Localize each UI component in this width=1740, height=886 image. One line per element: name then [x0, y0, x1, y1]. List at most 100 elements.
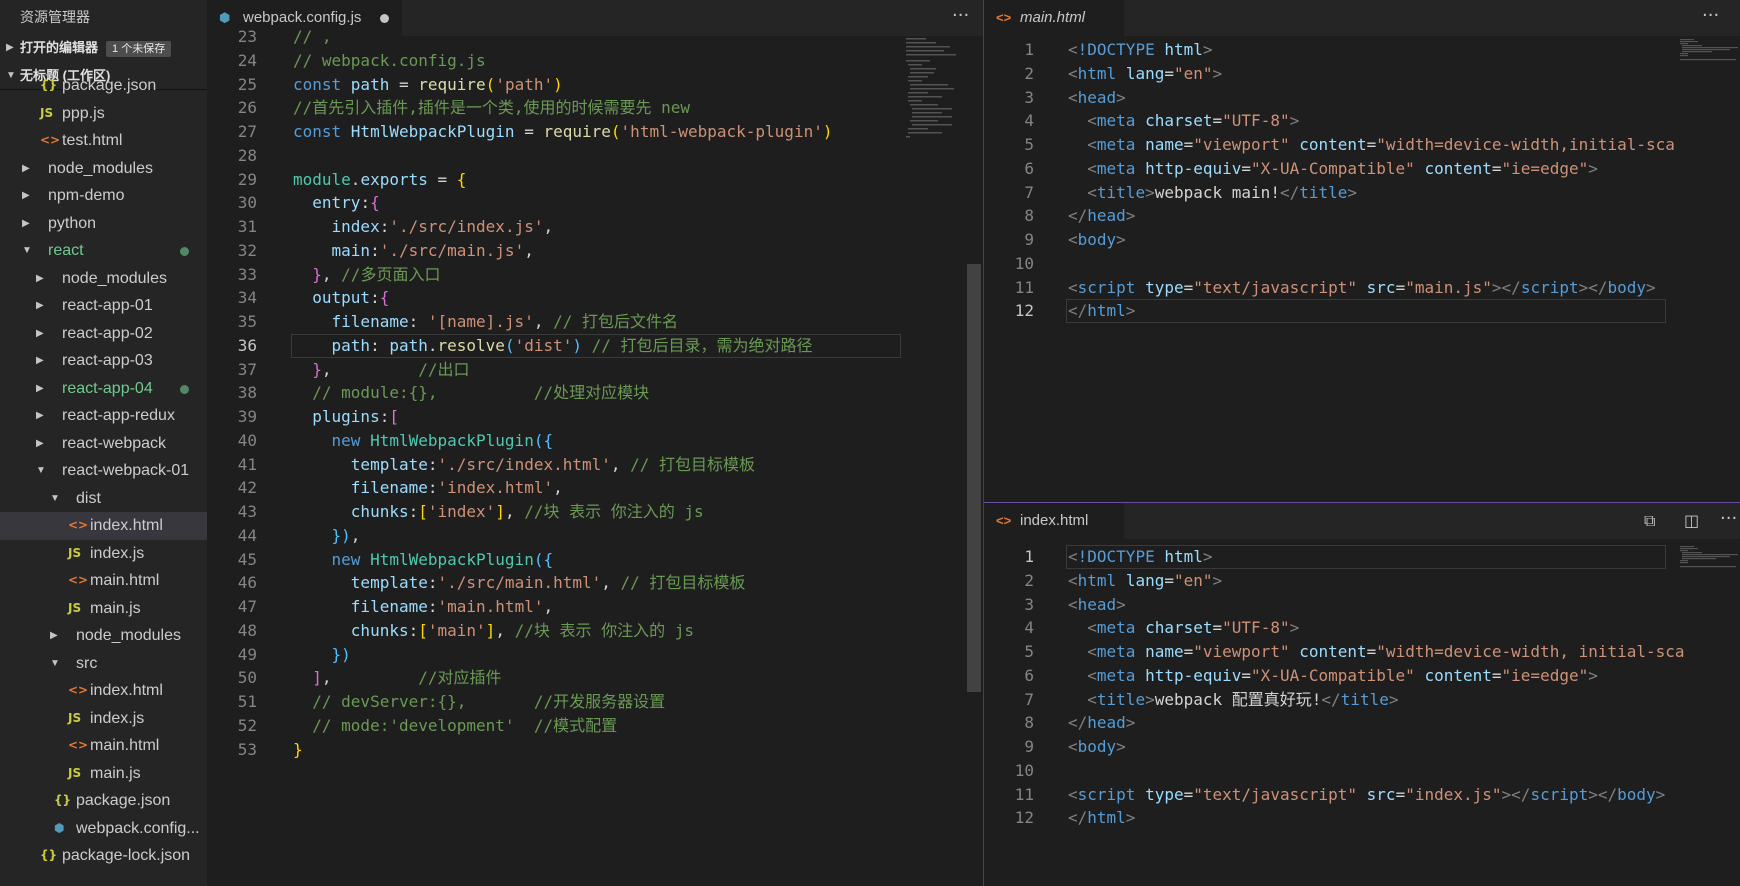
tree-folder[interactable]: ▼ react [0, 237, 207, 265]
code-line[interactable]: <script type="text/javascript" src="inde… [1068, 783, 1665, 807]
code-line[interactable]: <html lang="en"> [1068, 569, 1222, 593]
tree-file[interactable]: JS main.js [0, 595, 207, 623]
editor-main-html[interactable]: <> main.html ··· 1 <!DOCTYPE html> 2 <html … [984, 0, 1740, 502]
code-line[interactable]: ], //对应插件 [293, 666, 501, 690]
code-line[interactable]: <meta http-equiv="X-UA-Compatible" conte… [1068, 664, 1598, 688]
code-line[interactable]: <title>webpack 配置真好玩!</title> [1068, 688, 1398, 712]
editor-webpack-config[interactable]: ⬢ webpack.config.js ··· 23// , 24// webpa… [207, 0, 983, 886]
tab-main-html[interactable]: <> main.html [984, 0, 1124, 36]
code-line[interactable]: } [293, 738, 303, 762]
code-line[interactable]: main:'./src/main.js', [293, 239, 534, 263]
code-line[interactable]: }), [293, 524, 361, 548]
code-line[interactable]: <!DOCTYPE html> [1068, 38, 1213, 62]
code-line[interactable]: <meta name="viewport" content="width=dev… [1068, 640, 1684, 664]
code-line[interactable]: const path = require('path') [293, 73, 563, 97]
code-line[interactable]: module.exports = { [293, 168, 466, 192]
tree-folder[interactable]: ▶ node_modules [0, 155, 207, 183]
tree-folder[interactable]: ▶ react-app-01 [0, 292, 207, 320]
code-line[interactable]: }) [293, 643, 351, 667]
tree-file[interactable]: {} package.json [0, 787, 207, 815]
split-editor-icon[interactable]: ◫ [1684, 511, 1699, 530]
tree-file[interactable]: JS main.js [0, 760, 207, 788]
code-line[interactable]: }, //出口 [293, 358, 469, 382]
tree-file[interactable]: <> main.html [0, 567, 207, 595]
tree-file[interactable]: {} package-lock.json [0, 842, 207, 870]
tree-folder[interactable]: ▼ src [0, 650, 207, 678]
code-line[interactable]: template:'./src/index.html', // 打包目标模板 [293, 453, 755, 477]
tree-file[interactable]: JS index.js [0, 705, 207, 733]
more-actions-icon[interactable]: ··· [1702, 0, 1719, 32]
tree-folder[interactable]: ▶ react-webpack [0, 430, 207, 458]
tree-file[interactable]: <> index.html [0, 677, 207, 705]
more-actions-icon[interactable]: ··· [952, 0, 969, 32]
tree-file[interactable]: ⬢ webpack.config... [0, 815, 207, 843]
tree-file[interactable]: JS ppp.js [0, 100, 207, 128]
minimap[interactable] [1678, 545, 1738, 573]
code-line[interactable]: <body> [1068, 735, 1126, 759]
tree-folder[interactable]: ▶ node_modules [0, 265, 207, 293]
code-line[interactable]: </head> [1068, 711, 1135, 735]
code-line[interactable]: <head> [1068, 593, 1126, 617]
editor-index-html[interactable]: <> index.html ⧉ ◫ ··· 1 <!DOCTYPE html> 2 <… [984, 503, 1740, 886]
code-line[interactable]: filename:'main.html', [293, 595, 553, 619]
code-line[interactable]: entry:{ [293, 191, 379, 215]
minimap[interactable] [904, 36, 964, 150]
code-line[interactable]: </head> [1068, 204, 1135, 228]
tree-file[interactable]: <> main.html [0, 732, 207, 760]
more-actions-icon[interactable]: ··· [1720, 503, 1737, 535]
code-line[interactable]: plugins:[ [293, 405, 399, 429]
code-line[interactable]: template:'./src/main.html', // 打包目标模板 [293, 571, 746, 595]
code-line[interactable]: <meta name="viewport" content="width=dev… [1068, 133, 1675, 157]
tree-folder[interactable]: ▶ react-app-03 [0, 347, 207, 375]
unsaved-dot-icon[interactable] [380, 14, 389, 23]
tab-index-html[interactable]: <> index.html [984, 503, 1124, 539]
vertical-scrollbar[interactable] [967, 264, 981, 692]
open-editors-section[interactable]: ▶ 打开的编辑器 1 个未保存 [0, 34, 207, 62]
tree-folder[interactable]: ▶ npm-demo [0, 182, 207, 210]
code-line[interactable]: <title>webpack main!</title> [1068, 181, 1357, 205]
code-line[interactable]: <!DOCTYPE html> [1068, 545, 1213, 569]
code-area[interactable]: 1 <!DOCTYPE html> 2 <html lang="en"> 3 <head>… [984, 545, 1740, 886]
tree-file[interactable]: JS index.js [0, 540, 207, 568]
code-line[interactable]: </html> [1068, 806, 1135, 830]
tree-folder[interactable]: ▶ python [0, 210, 207, 238]
code-line[interactable]: // devServer:{}, //开发服务器设置 [293, 690, 665, 714]
code-line[interactable]: // , [293, 25, 332, 49]
tree-folder[interactable]: ▼ react-webpack-01 [0, 457, 207, 485]
tree-folder[interactable]: ▶ react-app-04 [0, 375, 207, 403]
code-line[interactable]: const HtmlWebpackPlugin = require('html-… [293, 120, 832, 144]
code-line[interactable]: filename: '[name].js', // 打包后文件名 [293, 310, 678, 334]
code-line[interactable]: // module:{}, //处理对应模块 [293, 381, 649, 405]
code-line[interactable]: chunks:['index'], //块 表示 你注入的 js [293, 500, 704, 524]
code-line[interactable]: <body> [1068, 228, 1126, 252]
code-line[interactable]: <script type="text/javascript" src="main… [1068, 276, 1656, 300]
code-line[interactable]: <meta http-equiv="X-UA-Compatible" conte… [1068, 157, 1598, 181]
tree-file[interactable]: <> test.html [0, 127, 207, 155]
code-line[interactable]: // mode:'development' //模式配置 [293, 714, 617, 738]
code-line[interactable]: new HtmlWebpackPlugin({ [293, 429, 554, 453]
tree-folder[interactable]: ▶ node_modules [0, 622, 207, 650]
minimap[interactable] [1678, 38, 1738, 66]
code-line[interactable]: <meta charset="UTF-8"> [1068, 109, 1299, 133]
tree-folder[interactable]: ▶ react-app-redux [0, 402, 207, 430]
code-line[interactable]: path: path.resolve('dist') // 打包后目录，需为绝对… [293, 334, 813, 358]
tree-file[interactable]: {} package.json [0, 72, 207, 100]
code-line[interactable]: </html> [1068, 299, 1135, 323]
code-line[interactable]: index:'./src/index.js', [293, 215, 554, 239]
code-line[interactable]: <html lang="en"> [1068, 62, 1222, 86]
code-line[interactable]: filename:'index.html', [293, 476, 563, 500]
tree-folder[interactable]: ▼ dist [0, 485, 207, 513]
tree-file[interactable]: <> index.html [0, 512, 207, 540]
code-line[interactable]: output:{ [293, 286, 389, 310]
code-line[interactable]: // webpack.config.js [293, 49, 486, 73]
code-line[interactable]: //首先引入插件,插件是一个类,使用的时候需要先 new [293, 96, 690, 120]
code-area[interactable]: 1 <!DOCTYPE html> 2 <html lang="en"> 3 <head>… [984, 38, 1740, 502]
code-area[interactable]: 23 // , 24 // webpack.config.js 25 const path… [207, 27, 983, 886]
tree-folder[interactable]: ▶ react-app-02 [0, 320, 207, 348]
code-line[interactable]: <head> [1068, 86, 1126, 110]
code-line[interactable]: <meta charset="UTF-8"> [1068, 616, 1299, 640]
open-changes-icon[interactable]: ⧉ [1644, 511, 1655, 531]
code-line[interactable]: chunks:['main'], //块 表示 你注入的 js [293, 619, 694, 643]
code-line[interactable]: }, //多页面入口 [293, 263, 440, 287]
code-line[interactable]: new HtmlWebpackPlugin({ [293, 548, 554, 572]
